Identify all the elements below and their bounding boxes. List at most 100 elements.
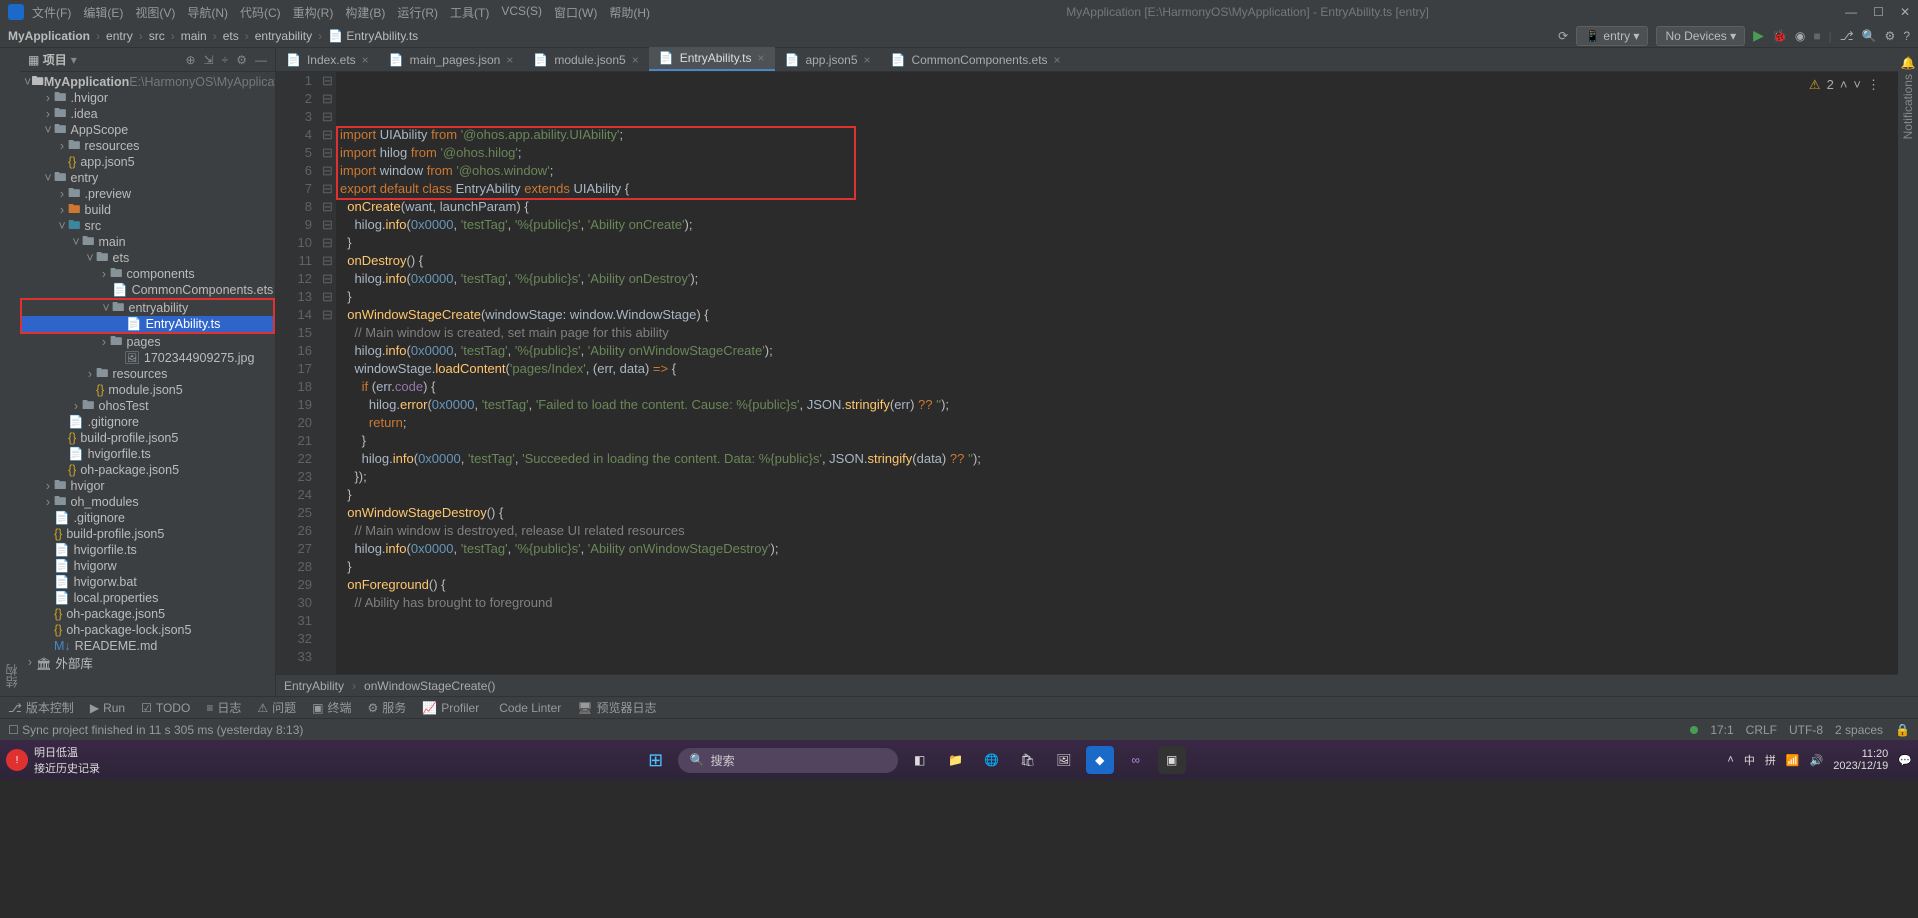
bottom-tool[interactable]: ☑TODO: [141, 701, 190, 715]
notifications-tab[interactable]: Notifications: [1901, 74, 1915, 139]
tree-item[interactable]: ˅🖿entryability: [22, 300, 273, 316]
bottom-tool[interactable]: 🖥预览器日志: [577, 699, 656, 716]
menu-item[interactable]: 文件(F): [32, 4, 71, 21]
menu-item[interactable]: 视图(V): [135, 4, 175, 21]
tree-item[interactable]: 📄hvigorfile.ts: [20, 542, 275, 558]
tree-item[interactable]: ›🖿oh_modules: [20, 494, 275, 510]
close-tab-icon[interactable]: ×: [506, 53, 513, 67]
indent[interactable]: 2 spaces: [1835, 723, 1883, 737]
tree-item[interactable]: ›🖿components: [20, 266, 275, 282]
vs-icon[interactable]: ∞: [1122, 746, 1150, 774]
tree-item[interactable]: {}build-profile.json5: [20, 430, 275, 446]
tree-item[interactable]: 🖼1702344909275.jpg: [20, 350, 275, 366]
inspection-widget[interactable]: ⚠2 ˄˅ ⋮: [1809, 76, 1898, 94]
tree-item[interactable]: {}build-profile.json5: [20, 526, 275, 542]
tree-item[interactable]: ›🖿.preview: [20, 186, 275, 202]
up-icon[interactable]: ˄: [1840, 76, 1848, 94]
tree-item[interactable]: {}module.json5: [20, 382, 275, 398]
store-icon[interactable]: 🛍: [1014, 746, 1042, 774]
editor-tab[interactable]: 📄Index.ets×: [276, 49, 379, 71]
tree-item[interactable]: 📄EntryAbility.ts: [22, 316, 273, 332]
bottom-tool[interactable]: ≡日志: [206, 699, 241, 716]
menu-item[interactable]: 代码(C): [240, 4, 281, 21]
tree-item[interactable]: 📄CommonComponents.ets: [20, 282, 275, 298]
tree-external[interactable]: ›🏛 外部库: [20, 654, 275, 670]
tree-item[interactable]: 📄local.properties: [20, 590, 275, 606]
wifi-icon[interactable]: 📶: [1786, 754, 1800, 767]
editor-tab[interactable]: 📄EntryAbility.ts×: [649, 47, 775, 71]
options-icon[interactable]: ⚙: [236, 53, 247, 67]
tree-item[interactable]: 📄.gitignore: [20, 510, 275, 526]
start-button[interactable]: ⊞: [642, 746, 670, 774]
close-tab-icon[interactable]: ×: [757, 51, 764, 65]
edge-icon[interactable]: 🌐: [978, 746, 1006, 774]
git-icon[interactable]: ⎇: [1840, 29, 1854, 43]
sync-icon[interactable]: ⟳: [1558, 29, 1568, 43]
breadcrumb-item[interactable]: ets: [223, 29, 239, 43]
tree-item[interactable]: ˅🖿entry: [20, 170, 275, 186]
bookmarks-tab[interactable]: Bookmarks: [0, 340, 3, 400]
menu-item[interactable]: 编辑(E): [83, 4, 123, 21]
down-icon[interactable]: ˅: [1853, 76, 1861, 94]
editor-tab[interactable]: 📄CommonComponents.ets×: [881, 49, 1071, 71]
tree-item[interactable]: {}oh-package-lock.json5: [20, 622, 275, 638]
menu-item[interactable]: VCS(S): [501, 4, 542, 21]
breadcrumb-item[interactable]: entry: [106, 29, 133, 43]
breadcrumb-item[interactable]: MyApplication: [8, 29, 90, 43]
tree-item[interactable]: {}oh-package.json5: [20, 606, 275, 622]
search-icon[interactable]: 🔍: [1862, 29, 1877, 43]
tree-item[interactable]: ˅🖿main: [20, 234, 275, 250]
editor-tab[interactable]: 📄module.json5×: [523, 49, 648, 71]
tree-item[interactable]: ›🖿build: [20, 202, 275, 218]
close-button[interactable]: ✕: [1900, 5, 1910, 19]
close-tab-icon[interactable]: ×: [1054, 53, 1061, 67]
crumb-class[interactable]: EntryAbility: [284, 679, 344, 693]
taskbar-search[interactable]: 🔍 搜索: [678, 748, 898, 773]
more-icon[interactable]: ⋮: [1867, 76, 1880, 94]
tray-up-icon[interactable]: ˄: [1727, 754, 1733, 766]
menu-item[interactable]: 运行(R): [397, 4, 438, 21]
expand-icon[interactable]: ⇲: [204, 53, 214, 67]
tree-item[interactable]: 📄hvigorw.bat: [20, 574, 275, 590]
bottom-tool[interactable]: ⚙服务: [367, 699, 406, 716]
encoding[interactable]: UTF-8: [1789, 723, 1823, 737]
editor-tab[interactable]: 📄app.json5×: [775, 49, 881, 71]
terminal-icon[interactable]: ▣: [1158, 746, 1186, 774]
breadcrumb-item[interactable]: src: [149, 29, 165, 43]
crumb-method[interactable]: onWindowStageCreate(): [364, 679, 495, 693]
structure-tab[interactable]: 结构: [3, 664, 20, 688]
ime-mode[interactable]: 拼: [1765, 752, 1776, 768]
collapse-icon[interactable]: ÷: [222, 53, 229, 67]
menu-item[interactable]: 帮助(H): [609, 4, 650, 21]
tree-item[interactable]: ›🖿pages: [20, 334, 275, 350]
deveco-icon[interactable]: ◆: [1086, 746, 1114, 774]
breadcrumb-item[interactable]: main: [181, 29, 207, 43]
breadcrumb-item[interactable]: 📄 EntryAbility.ts: [328, 29, 418, 43]
tree-item[interactable]: ›🖿resources: [20, 138, 275, 154]
settings-icon[interactable]: ⚙: [1885, 29, 1896, 43]
menu-item[interactable]: 窗口(W): [554, 4, 597, 21]
notification-center-icon[interactable]: 💬: [1898, 754, 1912, 767]
bottom-tool[interactable]: ⎇版本控制: [8, 699, 74, 716]
lock-icon[interactable]: 🔒: [1895, 723, 1910, 737]
breadcrumb-item[interactable]: entryability: [255, 29, 312, 43]
code-breadcrumb[interactable]: EntryAbility › onWindowStageCreate(): [276, 674, 1898, 696]
stop-button[interactable]: ■: [1813, 29, 1820, 43]
tree-item[interactable]: ˅🖿ets: [20, 250, 275, 266]
bottom-tool[interactable]: ⚠问题: [257, 699, 296, 716]
menu-item[interactable]: 构建(B): [345, 4, 385, 21]
volume-icon[interactable]: 🔊: [1810, 754, 1824, 767]
tree-item[interactable]: 📄hvigorfile.ts: [20, 446, 275, 462]
editor-tab[interactable]: 📄main_pages.json×: [379, 49, 524, 71]
tree-item[interactable]: ›🖿ohosTest: [20, 398, 275, 414]
tree-item[interactable]: ˅🖿AppScope: [20, 122, 275, 138]
fold-gutter[interactable]: ⊟⊟ ⊟ ⊟ ⊟⊟ ⊟⊟ ⊟ ⊟⊟ ⊟ ⊟ ⊟: [322, 72, 336, 674]
run-button[interactable]: ▶: [1753, 27, 1764, 44]
tree-item[interactable]: ˅🖿src: [20, 218, 275, 234]
bottom-tool[interactable]: Code Linter: [495, 701, 561, 715]
caret-pos[interactable]: 17:1: [1710, 723, 1733, 737]
menu-item[interactable]: 导航(N): [187, 4, 228, 21]
weather-icon[interactable]: !: [6, 749, 28, 771]
bottom-tool[interactable]: 📈Profiler: [422, 701, 479, 715]
line-sep[interactable]: CRLF: [1746, 723, 1777, 737]
